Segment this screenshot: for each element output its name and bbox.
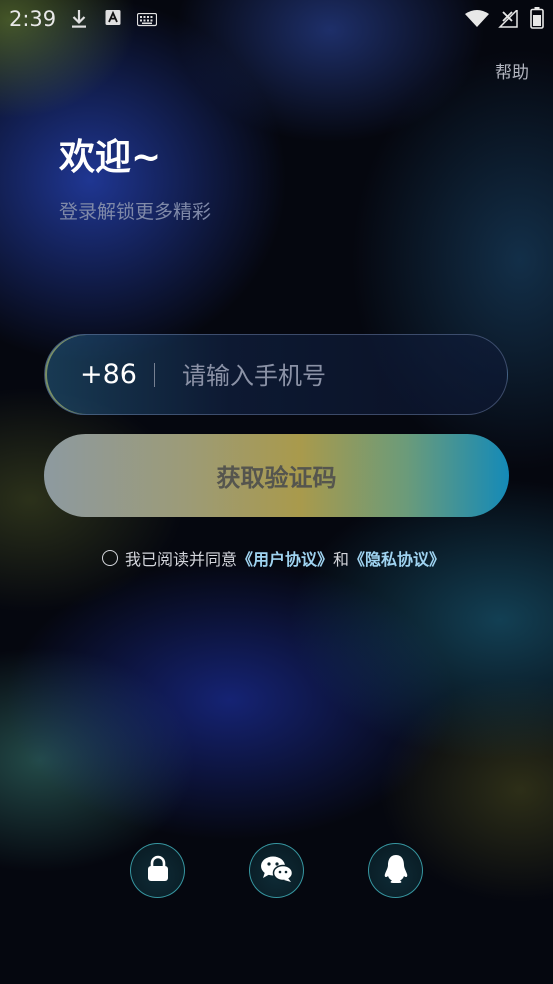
qq-login-button[interactable] <box>368 843 423 898</box>
wifi-icon <box>465 10 489 32</box>
agreement-prefix: 我已阅读并同意 <box>125 550 238 569</box>
phone-input[interactable] <box>180 355 484 397</box>
status-bar: 2:39 <box>0 0 553 38</box>
phone-field[interactable]: +86 <box>44 334 508 415</box>
wechat-icon <box>260 855 294 887</box>
wechat-login-button[interactable] <box>249 843 304 898</box>
welcome-subtitle: 登录解锁更多精彩 <box>59 201 212 223</box>
country-code[interactable]: +86 <box>80 359 137 390</box>
text-a-icon <box>105 9 121 31</box>
welcome-title: 欢迎~ <box>59 137 162 178</box>
battery-icon <box>530 7 544 33</box>
user-agreement-link[interactable]: 《用户协议》 <box>237 546 333 570</box>
get-code-button[interactable]: 获取验证码 <box>44 434 509 517</box>
privacy-policy-link[interactable]: 《隐私协议》 <box>349 546 445 570</box>
signal-icon <box>498 8 518 32</box>
download-icon <box>70 9 88 33</box>
agreement-row: 我已阅读并同意 《用户协议》 和 《隐私协议》 <box>102 546 445 570</box>
help-link[interactable]: 帮助 <box>495 58 529 83</box>
keyboard-icon <box>136 12 158 31</box>
country-code-divider <box>154 363 155 387</box>
lock-icon <box>145 855 171 887</box>
agreement-conjunction: 和 <box>333 550 350 569</box>
password-login-button[interactable] <box>130 843 185 898</box>
status-time: 2:39 <box>9 7 57 31</box>
agreement-checkbox[interactable] <box>102 550 118 566</box>
login-screen: 2:39 帮助 欢迎~ 登录解锁更多精彩 +86 请输入手机号 获取验证码 我已… <box>0 0 553 984</box>
qq-icon <box>383 854 409 888</box>
